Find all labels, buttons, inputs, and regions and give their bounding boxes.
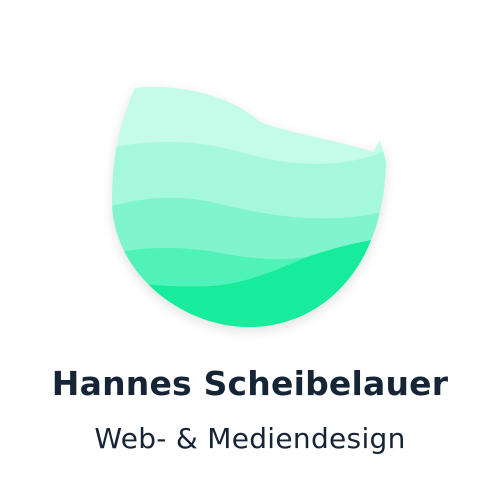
wave-globe-logo-icon bbox=[112, 86, 386, 327]
brand-tagline: Web- & Mediendesign bbox=[94, 422, 406, 455]
page: Hannes Scheibelauer Web- & Mediendesign bbox=[0, 0, 500, 500]
brand-name: Hannes Scheibelauer bbox=[51, 364, 449, 403]
